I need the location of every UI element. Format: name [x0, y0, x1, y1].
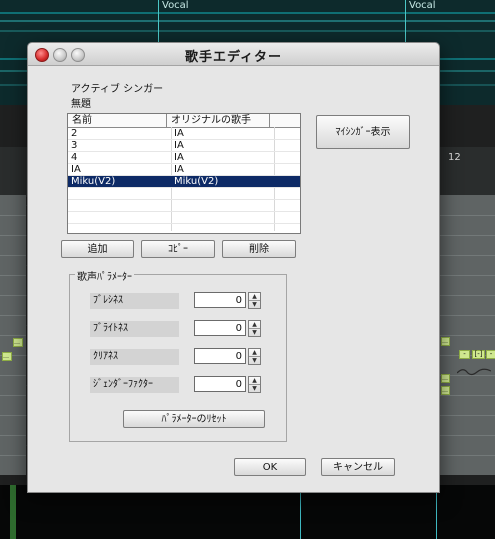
breathiness-value[interactable]: 0 [194, 292, 246, 308]
column-header-name[interactable]: 名前 [68, 114, 167, 127]
singer-original-cell: IA [174, 164, 184, 175]
voice-parameters-title: 歌声ﾊﾟﾗﾒｰﾀｰ [75, 268, 134, 283]
dialog-title: 歌手エディター [184, 50, 283, 65]
spin-up-icon[interactable]: ▲ [249, 293, 260, 301]
title-bar[interactable]: 歌手エディター [28, 43, 439, 66]
add-button[interactable]: 追加 [61, 240, 134, 258]
track-label: Vocal [162, 0, 189, 11]
singer-list[interactable]: 名前 オリジナルの歌手 2 IA 3 IA 4 IA IA IA Miku(V2… [67, 113, 301, 234]
note-block[interactable]: - [459, 350, 470, 359]
gender-factor-stepper[interactable]: 0 ▲ ▼ [194, 376, 264, 393]
singer-name-cell: 2 [71, 128, 78, 139]
brightness-stepper[interactable]: 0 ▲ ▼ [194, 320, 264, 337]
active-singer-value: 無題 [71, 99, 91, 110]
track-label: Vocal [409, 0, 436, 11]
daw-bottom-panel [0, 485, 495, 539]
singer-name-cell: Miku(V2) [71, 176, 116, 187]
reset-parameters-button[interactable]: ﾊﾟﾗﾒｰﾀｰのﾘｾｯﾄ [123, 410, 265, 428]
column-header-original[interactable]: オリジナルの歌手 [167, 114, 270, 127]
singer-list-row-selected[interactable]: Miku(V2) Miku(V2) [68, 176, 300, 188]
pitch-curve-icon [457, 368, 491, 376]
brightness-spinner[interactable]: ▲ ▼ [248, 320, 261, 337]
delete-button[interactable]: 削除 [222, 240, 296, 258]
singer-list-row[interactable]: 3 IA [68, 140, 300, 152]
param-label-brightness: ﾌﾞﾗｲﾄﾈｽ [90, 321, 179, 337]
param-label-gender-factor: ｼﾞｪﾝﾀﾞｰﾌｧｸﾀｰ [90, 377, 179, 393]
singer-original-cell: Miku(V2) [174, 176, 219, 187]
singer-list-row[interactable]: 2 IA [68, 128, 300, 140]
piano-roll-grid-right [438, 195, 495, 475]
param-label-breathiness: ﾌﾞﾚｼﾈｽ [90, 293, 179, 309]
note-block[interactable]: - [486, 350, 495, 359]
singer-name-cell: 3 [71, 140, 78, 151]
spin-up-icon[interactable]: ▲ [249, 321, 260, 329]
spin-up-icon[interactable]: ▲ [249, 349, 260, 357]
spin-down-icon[interactable]: ▼ [249, 329, 260, 336]
note-block[interactable]: … [441, 386, 450, 395]
note-block[interactable]: … [441, 374, 450, 383]
singer-list-row[interactable]: IA IA [68, 164, 300, 176]
singer-name-cell: 4 [71, 152, 78, 163]
note-block[interactable]: [-] [472, 350, 485, 359]
singer-list-row[interactable]: 4 IA [68, 152, 300, 164]
singer-list-header: 名前 オリジナルの歌手 [68, 114, 300, 128]
spin-down-icon[interactable]: ▼ [249, 385, 260, 392]
note-block[interactable]: … [2, 352, 12, 361]
spin-down-icon[interactable]: ▼ [249, 301, 260, 308]
piano-roll-grid-left [0, 195, 26, 475]
breathiness-stepper[interactable]: 0 ▲ ▼ [194, 292, 264, 309]
spin-up-icon[interactable]: ▲ [249, 377, 260, 385]
ruler-number: 12 [448, 152, 461, 163]
ok-button[interactable]: OK [234, 458, 306, 476]
note-block[interactable]: … [13, 338, 23, 347]
singer-original-cell: IA [174, 152, 184, 163]
param-label-clearness: ｸﾘｱﾈｽ [90, 349, 179, 365]
singer-name-cell: IA [71, 164, 81, 175]
brightness-value[interactable]: 0 [194, 320, 246, 336]
singer-editor-dialog: 歌手エディター アクティブ シンガー 無題 名前 オリジナルの歌手 2 IA 3… [27, 42, 440, 493]
clearness-value[interactable]: 0 [194, 348, 246, 364]
voice-parameters-group: 歌声ﾊﾟﾗﾒｰﾀｰ ﾌﾞﾚｼﾈｽ 0 ▲ ▼ ﾌﾞﾗｲﾄﾈｽ 0 ▲ ▼ ｸﾘｱ… [69, 268, 287, 442]
gender-factor-value[interactable]: 0 [194, 376, 246, 392]
note-block[interactable]: … [441, 337, 450, 346]
breathiness-spinner[interactable]: ▲ ▼ [248, 292, 261, 309]
gender-factor-spinner[interactable]: ▲ ▼ [248, 376, 261, 393]
clearness-stepper[interactable]: 0 ▲ ▼ [194, 348, 264, 365]
copy-button[interactable]: ｺﾋﾟｰ [141, 240, 215, 258]
active-singer-label: アクティブ シンガー [71, 84, 164, 95]
my-singer-button[interactable]: ﾏｲｼﾝｶﾞｰ表示 [316, 115, 410, 149]
singer-original-cell: IA [174, 128, 184, 139]
spin-down-icon[interactable]: ▼ [249, 357, 260, 364]
singer-original-cell: IA [174, 140, 184, 151]
clearness-spinner[interactable]: ▲ ▼ [248, 348, 261, 365]
cancel-button[interactable]: キャンセル [321, 458, 395, 476]
